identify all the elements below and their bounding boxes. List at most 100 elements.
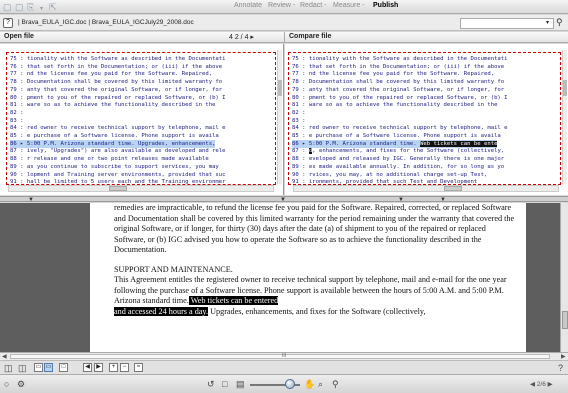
code-line-text: 84 : red owner to receive technical supp… [10,125,226,132]
change-marker: Web tickets can be ente [419,140,498,147]
scroll-right-icon[interactable]: ▶ [561,353,566,360]
right-pane-header: Compare file [284,32,568,43]
info-icon[interactable]: ○ [4,379,9,389]
right-horizontal-scroll-thumb[interactable] [444,186,462,191]
code-line-text: 76 : that set forth in the Documentation… [292,63,505,70]
right-vertical-scroll-thumb[interactable] [563,80,567,96]
pointer-icon[interactable]: ⇱ [49,2,57,12]
settings-icon[interactable]: ⚙ [17,379,25,389]
code-line-text: 80 : pment to you of the repaired or rep… [10,94,226,101]
code-line-text: 82 : [10,109,24,116]
document-page: remedies are impracticable, to refund th… [90,203,526,352]
side-by-side-view-icon[interactable]: ▭ [34,363,43,372]
left-pane-header: Open file 4 2 / 4 ▸ [0,32,284,43]
menu-measure[interactable]: Measure - [333,2,365,9]
warranty-paragraph: remedies are impracticable, to refund th… [114,203,515,254]
fit-page-icon[interactable]: ▤ [236,379,245,389]
code-line-text: 84 : red owner to receive technical supp… [292,125,508,132]
code-line-text: 82 : [292,109,306,116]
page-icon[interactable]: □ [222,379,227,389]
search-dropdown-icon[interactable]: ▾ [546,19,549,26]
layout-icon[interactable]: ◫ [18,363,27,373]
pane-splitter[interactable]: ▼ ▼ ▼ ▼ [0,196,568,203]
code-line-text: 76 : that set forth in the Documentation… [10,63,223,70]
code-line-text: 85 : e purchase of a Software license. P… [292,133,501,139]
left-horizontal-scrollbar[interactable] [8,185,274,192]
search-icon[interactable]: ⚲ [556,17,563,28]
insertion-icon[interactable]: + [109,363,118,372]
changed-text-highlight: Web tickets can be entered [188,296,279,305]
code-line-text: 89 : es made available annually. In addi… [292,163,505,170]
pan-hand-icon[interactable]: ✋ [304,379,315,389]
page-pager[interactable]: 4 2 / 4 ▸ [229,33,254,41]
status-bar: ○ ⚙ ↺ □ ▤ ✋ ⌕ ⚲ ◀ 2/6 ▶ [0,374,568,393]
menu-review[interactable]: Review - [268,2,295,9]
layout-icon[interactable]: ◫ [4,363,13,373]
compare-file-pane[interactable]: 75 : tionality with the Software as desc… [285,44,568,195]
overlay-view-icon[interactable]: ▭ [44,363,53,372]
page-indicator-text: 2/6 [536,381,546,388]
support-heading: SUPPORT AND MAINTENANCE. [114,264,233,274]
document-horizontal-scrollbar[interactable]: ◀ III ▶ [0,352,568,360]
previous-change-icon[interactable]: ◀ [83,363,92,372]
save-icon[interactable]: ▢ [3,2,12,12]
left-horizontal-scroll-thumb[interactable] [109,186,127,191]
code-line: 81 : ware so as to achieve the functiona… [292,101,497,109]
code-line-text: 90 : rvices, you may, at no additional c… [292,171,488,178]
print-icon[interactable]: ⎘ [27,2,34,12]
top-toolbar: ▢ ▢ ⎘ ▾ ⇱ Annotate Review - Redact - Mea… [0,0,568,14]
code-line-text: 83 : [292,117,306,124]
code-line-text: 81 : ware so as to achieve the functiona… [10,102,216,109]
page-indicator[interactable]: ◀ 2/6 ▶ [530,380,553,388]
right-horizontal-scrollbar[interactable] [293,185,559,192]
code-line-text: 77 : nd the license fee you paid for the… [292,71,495,78]
document-vertical-scrollbar[interactable] [560,203,568,352]
code-line-text: 75 : tionality with the Software as desc… [292,56,508,62]
code-line-text: 78 : Documentation shall be covered by t… [292,79,505,86]
document-title: | Brava_EULA_IGC.doc | Brava_EULA_IGCJul… [18,19,194,26]
changed-text-highlight: and accessed 24 hours a day. [114,306,209,316]
compare-file-text[interactable]: 75 : tionality with the Software as desc… [288,52,561,185]
document-view[interactable]: remedies are impracticable, to refund th… [0,203,568,352]
next-change-icon[interactable]: ▶ [94,363,103,372]
single-page-icon[interactable]: □ [59,363,68,372]
print-dropdown-icon[interactable]: ▾ [40,4,43,14]
compare-file-label: Compare file [289,33,332,40]
help-icon[interactable]: ? [558,363,563,373]
right-vertical-scrollbar[interactable] [562,50,567,184]
menu-annotate[interactable]: Annotate [234,2,262,9]
code-line-text: 88 : r release and one or two point rele… [10,156,209,163]
document-bar: ? | Brava_EULA_IGC.doc | Brava_EULA_IGCJ… [0,15,568,31]
code-line-text: 86 ▸ 5:00 P.M. Arizona standard time. [292,140,420,147]
scroll-grip: III [282,353,287,359]
rotate-icon[interactable]: ↺ [207,379,215,389]
left-vertical-scrollbar[interactable] [277,50,282,184]
open-file-pane[interactable]: 75 : tionality with the Software as desc… [0,44,284,195]
open-icon[interactable]: ▢ [15,2,24,12]
open-file-label: Open file [4,33,34,40]
code-line-text: 88 : eveloped and released by IGC. Gener… [292,156,505,163]
support-text: Upgrades, enhancements, and fixes for th… [208,306,426,316]
change-icon[interactable]: ≈ [134,363,143,372]
code-line-text: 87 : [292,148,309,155]
code-line-text: 77 : nd the license fee you paid for the… [10,71,213,78]
open-file-text[interactable]: 75 : tionality with the Software as desc… [6,52,276,185]
menu-publish[interactable]: Publish [373,2,398,9]
deletion-icon[interactable]: − [120,363,129,372]
zoom-slider-knob[interactable] [285,379,295,389]
zoom-area-icon[interactable]: ⌕ [318,379,323,389]
view-toolbar: ◫ ◫ ▭ ▭ □ ◀ ▶ + − ≈ ? [0,360,568,374]
zoom-icon[interactable]: ⚲ [332,379,339,389]
scroll-left-icon[interactable]: ◀ [2,353,7,360]
code-line-text: 86 ▸ 5:00 P.M. Arizona standard time. [10,140,138,147]
code-line: 91 : ironments, provided that such Test … [292,178,477,184]
search-input[interactable] [460,18,554,29]
help-button[interactable]: ? [3,18,13,28]
document-horizontal-thumb[interactable] [10,354,550,359]
menu-redact[interactable]: Redact - [300,2,326,9]
code-line-text: 90 : lopment and Training server environ… [10,171,226,178]
support-paragraph: This Agreement entitles the registered o… [114,275,519,317]
left-vertical-scroll-thumb[interactable] [278,80,282,96]
document-scroll-thumb[interactable] [562,311,568,329]
code-line-text: 83 : [10,117,24,124]
